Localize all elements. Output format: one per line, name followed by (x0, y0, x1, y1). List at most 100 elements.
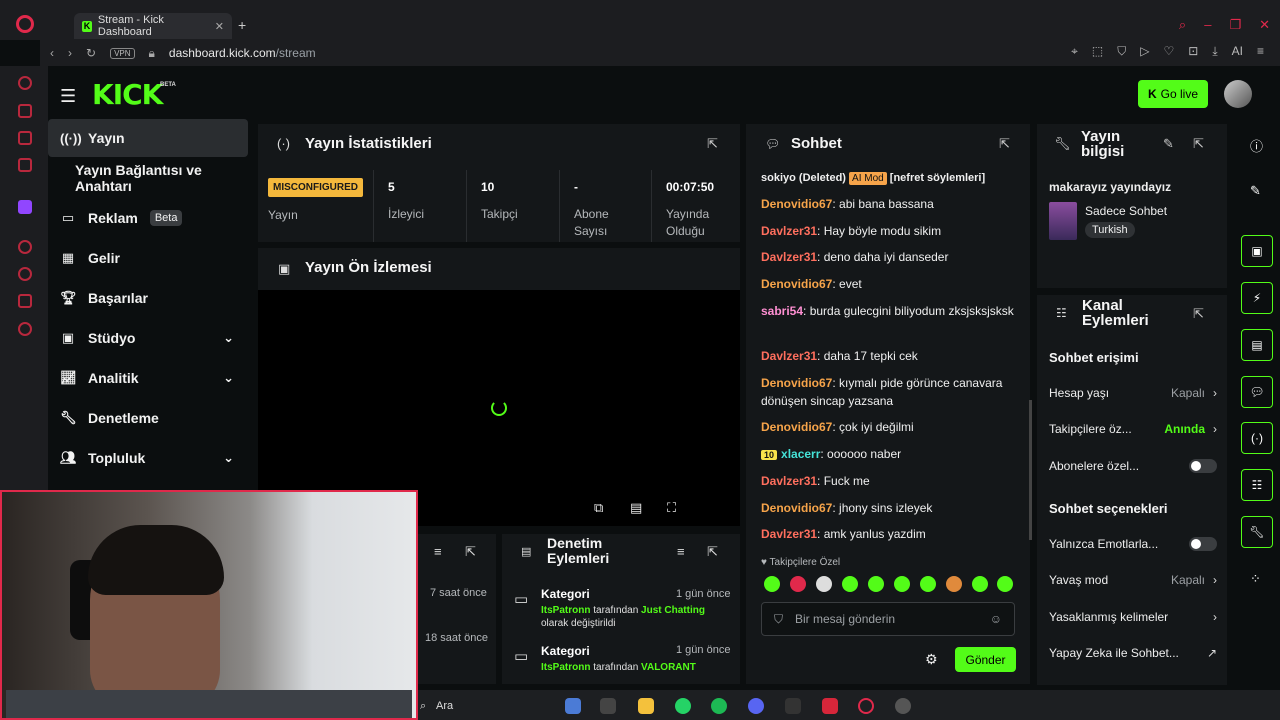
popout-icon[interactable]: ⇱ (707, 544, 718, 560)
opera-logo-icon[interactable] (16, 15, 34, 33)
edit-pencil-icon[interactable]: ✎ (1163, 136, 1174, 152)
rb-wrench-icon[interactable]: 🔧︎ (1241, 516, 1273, 548)
whatsapp-icon[interactable] (675, 698, 691, 714)
sidebar-twitch-icon[interactable] (18, 200, 32, 214)
play-icon[interactable]: ▷ (1140, 44, 1149, 59)
chat-input[interactable]: ⛉ Bir mesaj gönderin ☺ (761, 602, 1015, 636)
banned-words-row[interactable]: Yasaklanmış kelimeler › (1049, 610, 1217, 624)
taskbar-app-icon[interactable] (822, 698, 838, 714)
rb-broadcast-icon[interactable]: (·) (1241, 422, 1273, 454)
search-icon[interactable]: ⌕ (420, 700, 426, 713)
close-tab-icon[interactable]: ✕ (215, 20, 224, 33)
send-button[interactable]: Gönder (955, 647, 1016, 672)
wallet-icon[interactable]: ⊡ (1188, 44, 1198, 59)
forward-icon[interactable]: › (68, 46, 72, 60)
close-window-icon[interactable]: ✕ (1259, 17, 1270, 33)
obs-icon[interactable] (895, 698, 911, 714)
heart-icon[interactable]: ♡ (1164, 44, 1175, 59)
sidebar-messenger-icon[interactable] (18, 131, 32, 145)
opera-taskbar-icon[interactable] (858, 698, 874, 714)
popout-icon[interactable]: ⇱ (999, 136, 1010, 152)
popout-icon[interactable]: ⇱ (1193, 306, 1204, 322)
emote-icon[interactable] (997, 576, 1013, 592)
followers-only-row[interactable]: Takipçilere öz... Anında › (1049, 422, 1217, 436)
taskbar-app-icon[interactable] (565, 698, 581, 714)
emote-icon[interactable] (972, 576, 988, 592)
emote-icon[interactable] (920, 576, 936, 592)
browser-tab[interactable]: K Stream - Kick Dashboard ✕ (74, 13, 232, 39)
nav-item-reklam[interactable]: ▭ Reklam Beta (48, 199, 248, 237)
ai-chat-row[interactable]: Yapay Zeka ile Sohbet... ↗ (1049, 646, 1217, 660)
menu-lines-icon[interactable]: ≡ (1257, 44, 1264, 59)
discord-icon[interactable] (748, 698, 764, 714)
nav-item-topluluk[interactable]: 👥︎ Topluluk ⌄ (48, 439, 248, 477)
reload-icon[interactable]: ↻ (86, 46, 96, 60)
fullscreen-icon[interactable]: ⛶ (667, 500, 676, 516)
ai-button[interactable]: AI (1232, 44, 1243, 59)
folder-icon[interactable] (638, 698, 654, 714)
rb-layout-icon[interactable]: ☷ (1241, 469, 1273, 501)
new-tab-icon[interactable]: + (238, 17, 246, 33)
url-text[interactable]: dashboard.kick.com/stream (169, 46, 316, 60)
user-avatar[interactable] (1224, 80, 1252, 108)
go-live-button[interactable]: K Go live (1138, 80, 1208, 108)
taskbar-app-icon[interactable] (600, 698, 616, 714)
chat-scrollbar[interactable] (1029, 400, 1032, 540)
filter-icon[interactable]: ≡ (677, 544, 685, 559)
snapshot-icon[interactable]: ⬚ (1092, 44, 1103, 59)
rb-preview-icon[interactable]: ▣ (1241, 235, 1273, 267)
gear-icon[interactable]: ⚙ (925, 651, 938, 668)
sidebar-extensions-icon[interactable] (18, 294, 32, 308)
hamburger-menu-icon[interactable]: ☰ (60, 86, 76, 107)
rb-lightning-icon[interactable]: ⚡︎ (1241, 282, 1273, 314)
nav-item-basarilar[interactable]: 🏆︎ Başarılar (48, 279, 248, 317)
emote-icon[interactable] (790, 576, 806, 592)
drag-dots-icon[interactable]: ⁘ (1250, 571, 1261, 587)
rb-chat-icon[interactable]: 💬︎ (1241, 376, 1273, 408)
sidebar-settings-icon[interactable] (18, 322, 32, 336)
maximize-icon[interactable]: ❐ (1229, 17, 1241, 33)
info-icon[interactable]: ⓘ (1250, 136, 1263, 155)
nav-item-analitik[interactable]: 📈︎ Analitik ⌄ (48, 359, 248, 397)
nav-item-denetleme[interactable]: 🔧︎ Denetleme (48, 399, 248, 437)
emote-icon[interactable] (764, 576, 780, 592)
sidebar-history-icon[interactable] (18, 267, 32, 281)
sidebar-aria-icon[interactable] (18, 76, 32, 90)
sidebar-gmail-icon[interactable] (18, 158, 32, 172)
download-icon[interactable]: ⤓ (1212, 44, 1217, 59)
search-icon[interactable]: ⌕ (1179, 17, 1186, 33)
emote-only-toggle[interactable] (1189, 537, 1217, 551)
subscribers-only-toggle[interactable] (1189, 459, 1217, 473)
emote-icon[interactable] (816, 576, 832, 592)
back-icon[interactable]: ‹ (50, 46, 54, 60)
emote-icon[interactable] (894, 576, 910, 592)
emote-icon[interactable] (868, 576, 884, 592)
minimize-icon[interactable]: – (1204, 17, 1211, 33)
pin-icon[interactable]: ⌖ (1071, 44, 1078, 59)
kick-logo[interactable]: KICK (92, 78, 163, 111)
slow-mode-row[interactable]: Yavaş mod Kapalı › (1049, 573, 1217, 587)
nav-item-studyo[interactable]: ▣ Stüdyo ⌄ (48, 319, 248, 357)
emoji-icon[interactable]: ☺ (990, 612, 1002, 626)
shield-icon[interactable]: ⛉ (1117, 44, 1126, 59)
nav-item-gelir[interactable]: ▦ Gelir (48, 239, 248, 277)
pip-icon[interactable]: ⧉ (594, 500, 603, 516)
sidebar-player-icon[interactable] (18, 240, 32, 254)
filter-icon[interactable]: ≡ (434, 544, 442, 559)
theater-icon[interactable]: ▤ (630, 500, 642, 516)
nav-item-stream-key[interactable]: Yayın Bağlantısı ve Anahtarı (48, 159, 248, 197)
spotify-icon[interactable] (711, 698, 727, 714)
vpn-badge[interactable]: VPN (110, 47, 135, 59)
emote-icon[interactable] (842, 576, 858, 592)
popout-icon[interactable]: ⇱ (1193, 136, 1204, 152)
pencil-icon[interactable]: ✎ (1250, 183, 1261, 199)
rb-notes-icon[interactable]: ▤ (1241, 329, 1273, 361)
account-age-row[interactable]: Hesap yaşı Kapalı › (1049, 386, 1217, 400)
taskbar-search[interactable]: Ara (436, 700, 453, 712)
popout-icon[interactable]: ⇱ (707, 136, 718, 152)
popout-icon[interactable]: ⇱ (465, 544, 476, 560)
emote-icon[interactable] (946, 576, 962, 592)
nav-item-yayin[interactable]: ((·)) Yayın (48, 119, 248, 157)
sidebar-workspace-icon[interactable] (18, 104, 32, 118)
epic-games-icon[interactable] (785, 698, 801, 714)
